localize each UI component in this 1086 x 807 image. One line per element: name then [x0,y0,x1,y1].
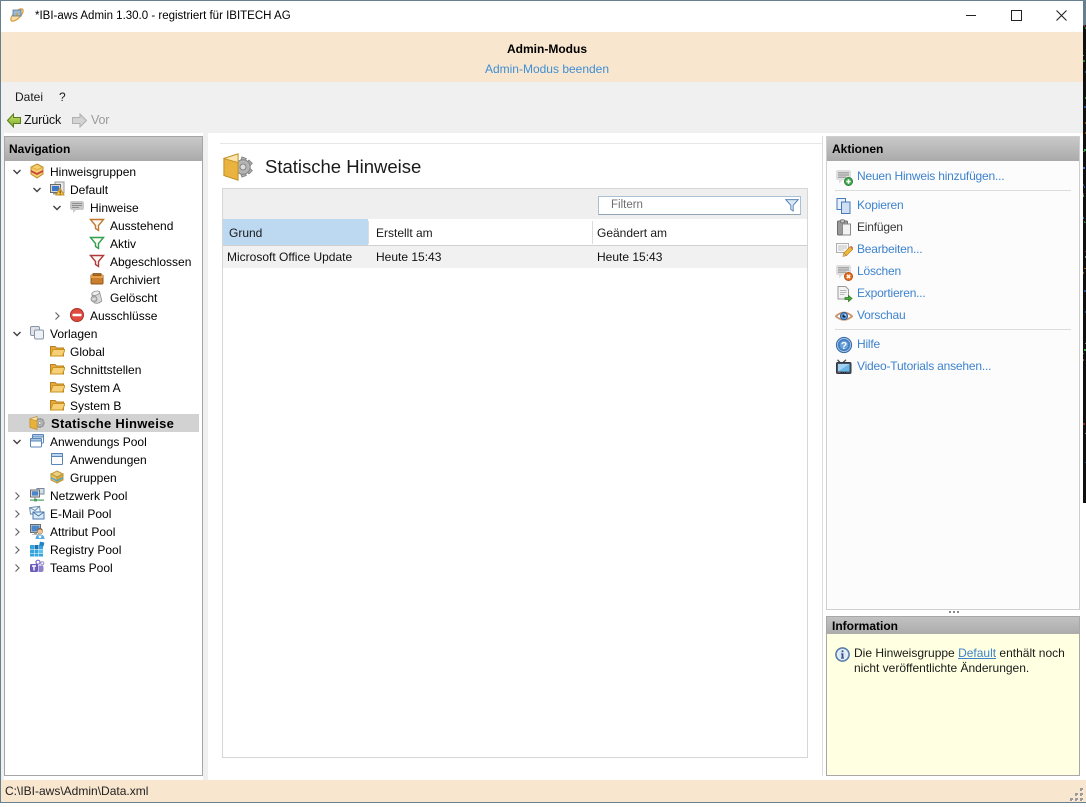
svg-text:?: ? [841,341,847,352]
